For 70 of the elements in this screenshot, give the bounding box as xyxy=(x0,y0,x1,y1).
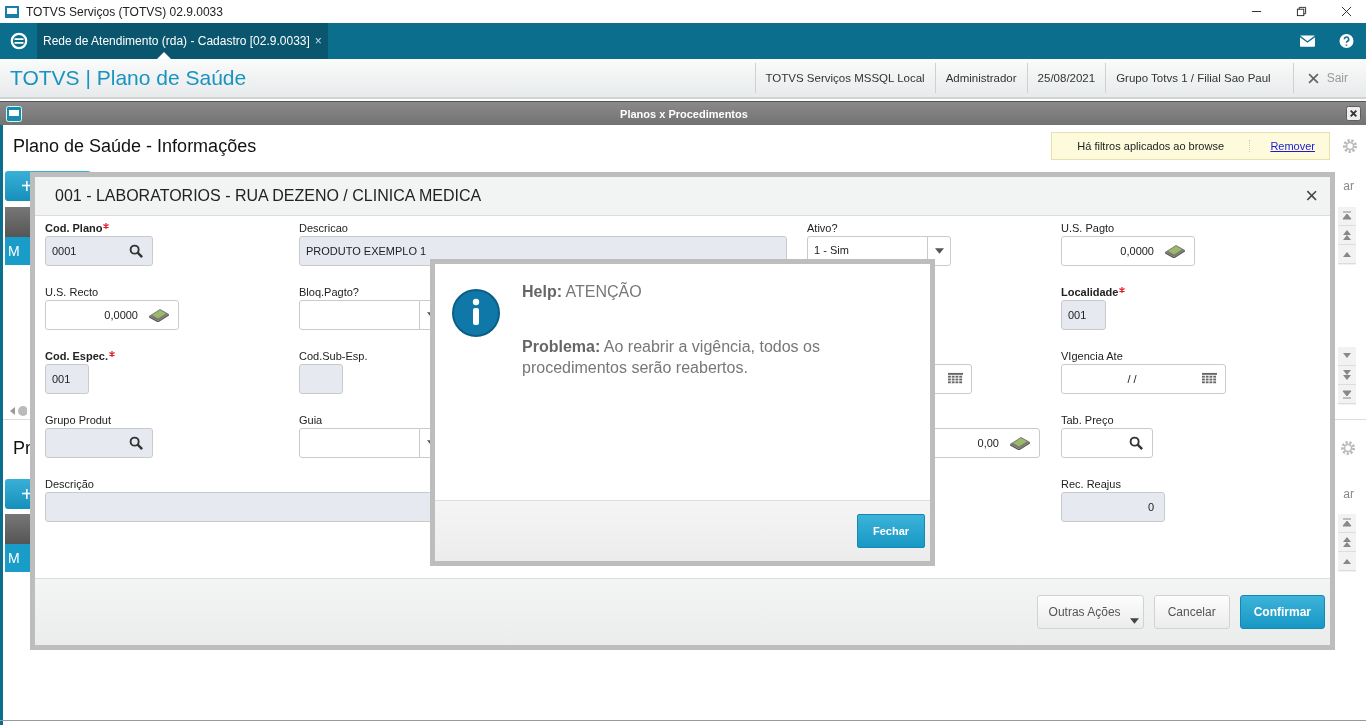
close-button[interactable]: × xyxy=(1303,185,1320,207)
app-tab[interactable]: Rede de Atendimento (rda) - Cadastro [02.9.0033] × xyxy=(37,23,328,59)
input-field[interactable]: 001 xyxy=(45,364,89,394)
section-title: Plano de Saúde - Informações xyxy=(13,135,257,157)
remove-link[interactable]: Remover xyxy=(1250,140,1329,152)
input-field[interactable]: 0,0000 xyxy=(45,300,179,330)
field-label: Guia xyxy=(299,414,323,426)
field-label: Cod.Sub-Esp. xyxy=(299,350,368,362)
field-label: U.S. Pagto xyxy=(1061,222,1115,234)
input-field[interactable] xyxy=(299,364,343,394)
window-icon xyxy=(6,105,22,122)
search-icon[interactable] xyxy=(129,243,144,259)
required-icon xyxy=(103,223,110,229)
window-title: TOTVS Serviços (TOTVS) 02.9.0033 xyxy=(26,4,223,19)
session-info: Administrador xyxy=(934,63,1027,93)
session-info: TOTVS Serviços MSSQL Local xyxy=(754,63,935,93)
dialog-button[interactable]: Cancelar xyxy=(1153,595,1230,629)
input-field[interactable]: / / xyxy=(1061,364,1226,394)
field-label: Tab. Preço xyxy=(1061,414,1114,426)
input-field[interactable] xyxy=(45,428,153,458)
required-icon xyxy=(108,351,115,357)
field-label: Cod. Plano xyxy=(45,222,103,234)
help-icon[interactable] xyxy=(1339,34,1354,48)
dialog-title: 001 - LABORATORIOS - RUA DEZENO / CLINICA MEDICA xyxy=(55,187,482,205)
settings-icon[interactable] xyxy=(1340,440,1356,456)
field-label: Localidade xyxy=(1061,286,1119,298)
caret-icon xyxy=(1129,618,1139,624)
window-title: Planos x Procedimentos xyxy=(619,107,749,120)
input-field[interactable] xyxy=(1061,428,1153,458)
mail-icon[interactable] xyxy=(1300,34,1315,48)
field-label: Rec. Reajus xyxy=(1061,478,1121,490)
cash-icon[interactable] xyxy=(1164,244,1186,258)
field-label: VIgencia Ate xyxy=(1061,350,1123,362)
cash-icon[interactable] xyxy=(148,308,170,322)
session-info: Grupo Totvs 1 / Filial Sao Paul xyxy=(1105,63,1281,93)
pointer-icon xyxy=(157,52,171,59)
field-label: Descricao xyxy=(299,222,348,234)
field-label: U.S. Recto xyxy=(45,286,99,298)
session-info: 25/08/2021 xyxy=(1026,63,1106,93)
field-label: Cod. Espec. xyxy=(45,350,108,362)
input-field[interactable]: 0001 xyxy=(45,236,153,266)
close-icon[interactable] xyxy=(1346,106,1361,121)
caret-icon[interactable] xyxy=(934,248,944,254)
close-icon[interactable] xyxy=(1341,6,1352,17)
cash-icon[interactable] xyxy=(1009,436,1031,450)
help-message: Problema: Ao reabrir a vigência, todos os procedimentos serão reabertos. xyxy=(522,337,821,378)
close-icon xyxy=(1307,72,1319,84)
tab-close[interactable]: × xyxy=(314,34,322,48)
search-icon[interactable] xyxy=(129,435,144,451)
app-brand: TOTVS | Plano de Saúde xyxy=(9,66,247,90)
cut-text: ar xyxy=(1343,179,1354,193)
cut-text: ar xyxy=(1343,487,1354,501)
filter-notice: Há filtros aplicados ao browse Remover xyxy=(1051,132,1330,160)
dialog-button[interactable]: Outras Ações xyxy=(1036,595,1144,629)
input-field[interactable]: 0,0000 xyxy=(1061,236,1195,266)
input-field[interactable]: 0 xyxy=(1061,492,1165,522)
field-label: Bloq.Pagto? xyxy=(299,286,359,298)
input-field[interactable]: 001 xyxy=(1061,300,1106,330)
field-label: Grupo Produt xyxy=(45,414,112,426)
required-icon xyxy=(1119,287,1126,293)
restore-icon[interactable] xyxy=(1296,6,1307,17)
section-title: Pr xyxy=(13,437,31,459)
settings-icon[interactable] xyxy=(1342,138,1358,154)
logo-icon[interactable] xyxy=(9,32,28,50)
field-label: Ativo? xyxy=(807,222,838,234)
help-title: Help: ATENÇÃO xyxy=(522,282,643,302)
info-icon xyxy=(452,289,500,337)
search-icon[interactable] xyxy=(1129,435,1144,451)
field-label: Descrição xyxy=(45,478,94,490)
app-icon xyxy=(4,3,20,20)
